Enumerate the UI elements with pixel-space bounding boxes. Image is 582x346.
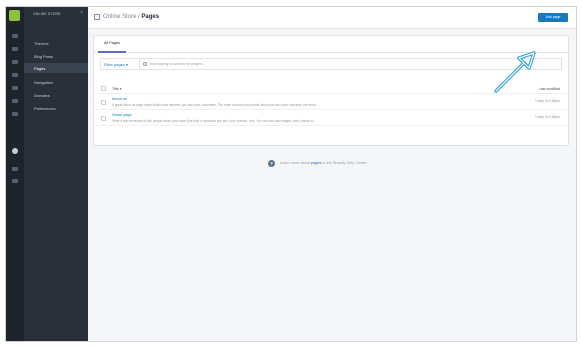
page-title-link[interactable]: About us [112, 97, 127, 101]
select-all-checkbox[interactable] [101, 86, 106, 91]
online-store-sidebar: ONLINE STORE × Themes Blog Posts Pages N… [24, 7, 88, 341]
sidebar-item-label: Themes [34, 41, 49, 46]
sidebar-item-blog-posts[interactable]: Blog Posts [24, 51, 88, 61]
help-prefix: Learn more about [280, 161, 312, 165]
products-icon[interactable] [12, 60, 18, 64]
close-icon[interactable]: × [80, 11, 83, 16]
help-suffix: in the Shopify Help Center [321, 161, 367, 165]
sidebar-item-label: Pages [34, 66, 46, 71]
page-description: Write a few sentences to tell people abo… [112, 119, 316, 123]
sidebar-item-label: Navigation [34, 80, 53, 85]
filter-pages-button[interactable]: Filter pages ▾ [104, 62, 128, 67]
app-window: ONLINE STORE × Themes Blog Posts Pages N… [5, 6, 577, 342]
sidebar-item-label: Domains [34, 93, 50, 98]
row-checkbox[interactable] [101, 100, 106, 105]
divider [139, 59, 140, 69]
search-input[interactable] [149, 60, 449, 68]
top-bar: Online Store / Pages Add page [88, 7, 576, 29]
search-icon [143, 62, 147, 66]
sidebar-item-themes[interactable]: Themes [24, 38, 88, 48]
online-store-icon[interactable] [12, 148, 18, 154]
last-modified: Today at 4:38pm [534, 115, 560, 119]
sidebar-item-navigation[interactable]: Navigation [24, 77, 88, 87]
sidebar-item-label: Preferences [34, 106, 56, 111]
settings-icon[interactable] [12, 179, 18, 183]
sidebar-header: ONLINE STORE × [24, 7, 88, 21]
sort-title-button[interactable]: Title ▾ [112, 87, 121, 91]
annotation-arrow-icon [494, 51, 536, 93]
tab-all-pages[interactable]: All Pages [98, 36, 126, 53]
reports-icon[interactable] [12, 86, 18, 90]
page-title: Pages [141, 14, 160, 20]
sidebar-item-pages[interactable]: Pages [24, 63, 88, 73]
discounts-icon[interactable] [12, 99, 18, 103]
online-store-icon [94, 14, 100, 20]
page-title-link[interactable]: Home page [112, 113, 132, 117]
customers-icon[interactable] [12, 73, 18, 77]
column-last-modified: Last modified [538, 87, 560, 91]
help-icon: ? [268, 160, 275, 167]
page-description: A great about us page helps builds trust… [112, 103, 319, 107]
sidebar-item-preferences[interactable]: Preferences [24, 103, 88, 113]
breadcrumb-parent-link[interactable]: Online Store [103, 14, 136, 20]
breadcrumb: Online Store / Pages [103, 14, 159, 20]
sales-channel-icon[interactable] [12, 167, 18, 171]
table-row[interactable]: Home page Write a few sentences to tell … [94, 111, 568, 126]
table-row[interactable]: About us A great about us page helps bui… [94, 95, 568, 110]
help-pages-link[interactable]: pages [311, 161, 321, 165]
home-icon[interactable] [12, 34, 18, 38]
help-text: Learn more about pages in the Shopify He… [280, 161, 367, 165]
sidebar-item-domains[interactable]: Domains [24, 90, 88, 100]
sidebar-title: ONLINE STORE [33, 12, 61, 16]
orders-icon[interactable] [12, 47, 18, 51]
add-page-button[interactable]: Add page [538, 13, 568, 22]
icon-rail [6, 7, 24, 341]
last-modified: Today at 4:38pm [534, 99, 560, 103]
apps-icon[interactable] [12, 112, 18, 116]
row-checkbox[interactable] [101, 116, 106, 121]
shopify-logo-icon[interactable] [9, 10, 20, 21]
sidebar-item-label: Blog Posts [34, 54, 54, 59]
breadcrumb-separator: / [138, 14, 140, 20]
